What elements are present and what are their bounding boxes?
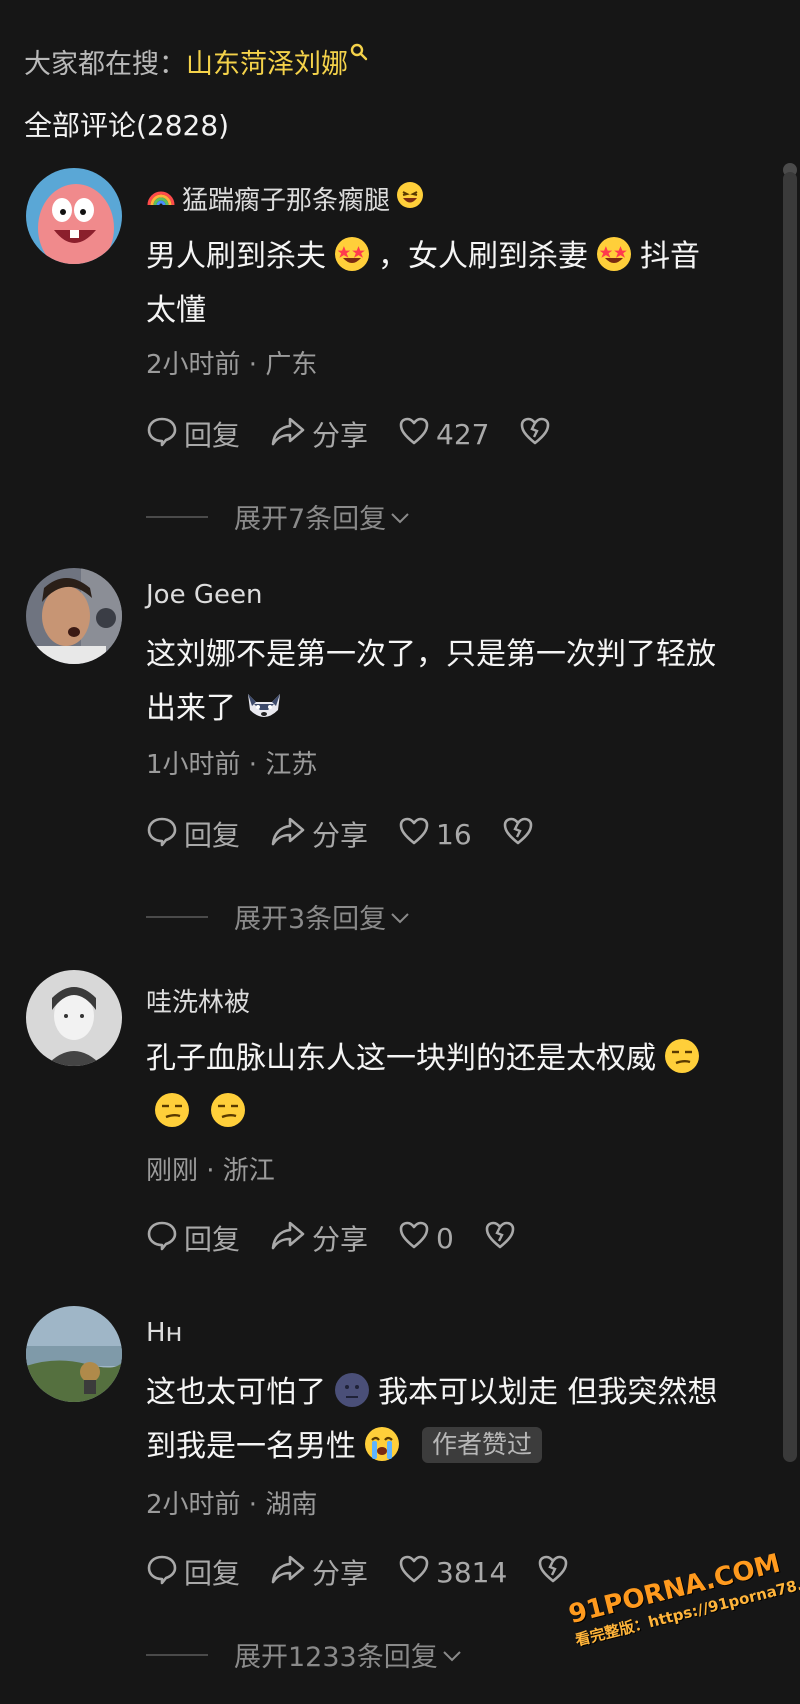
- dog-emoji-icon: [244, 688, 280, 724]
- comment-text: 孔子血脉山东人这一块判的还是太权威: [146, 1032, 756, 1140]
- heart-icon: [398, 816, 430, 853]
- like-count: 16: [436, 817, 472, 851]
- divider: [146, 915, 208, 918]
- share-button[interactable]: 分享: [270, 814, 368, 854]
- comment-text: 这刘娜不是第一次了，只是第一次判了轻放 出来了: [146, 637, 716, 726]
- star-struck-emoji-icon: [596, 236, 632, 272]
- divider: [146, 515, 208, 518]
- like-button[interactable]: 3814: [398, 1554, 507, 1591]
- expand-replies-button[interactable]: 展开1233条回复: [146, 1635, 462, 1674]
- chevron-down-icon: [390, 501, 410, 532]
- expand-replies-button[interactable]: 展开3条回复: [146, 897, 410, 936]
- comment-meta: 2小时前 · 湖南: [146, 1490, 318, 1520]
- like-button[interactable]: 16: [398, 816, 472, 853]
- scrollbar[interactable]: [783, 172, 797, 1462]
- broken-heart-icon: [484, 1220, 516, 1257]
- star-struck-emoji-icon: [334, 236, 370, 272]
- reply-button[interactable]: 回复: [146, 814, 240, 854]
- comments-count-title: 全部评论(2828): [24, 109, 230, 142]
- avatar[interactable]: [26, 970, 122, 1066]
- reply-button[interactable]: 回复: [146, 1552, 240, 1592]
- hot-search-term[interactable]: 山东菏泽刘娜: [186, 42, 348, 81]
- share-button[interactable]: 分享: [270, 1218, 368, 1258]
- reply-button[interactable]: 回复: [146, 1218, 240, 1258]
- like-count: 3814: [436, 1555, 508, 1589]
- broken-heart-icon: [519, 416, 551, 453]
- comment-bubble-icon: [146, 815, 178, 854]
- comment-meta: 刚刚 · 浙江: [146, 1156, 275, 1186]
- comment-bubble-icon: [146, 1553, 178, 1592]
- smirk-emoji-icon: [664, 1038, 700, 1074]
- broken-heart-icon: [502, 816, 534, 853]
- share-arrow-icon: [270, 1553, 306, 1592]
- dislike-button[interactable]: [484, 1220, 516, 1257]
- avatar[interactable]: [26, 568, 122, 664]
- crying-emoji-icon: [364, 1426, 400, 1462]
- expand-replies-button[interactable]: 展开7条回复: [146, 497, 410, 536]
- chevron-down-icon: [442, 1639, 462, 1670]
- comment-username[interactable]: Joe Geen: [146, 580, 262, 610]
- avatar[interactable]: [26, 1306, 122, 1402]
- like-count: 0: [436, 1221, 454, 1255]
- comment-actions: 回复 分享 16: [146, 814, 564, 854]
- share-arrow-icon: [270, 415, 306, 454]
- smirk-emoji-icon: [154, 1092, 190, 1128]
- like-button[interactable]: 0: [398, 1220, 454, 1257]
- hot-search-prefix: 大家都在搜：: [24, 49, 186, 80]
- heart-icon: [398, 1220, 430, 1257]
- chevron-down-icon: [390, 901, 410, 932]
- comment-meta: 1小时前 · 江苏: [146, 750, 318, 780]
- comment-username[interactable]: 哇洗林被: [146, 982, 250, 1019]
- comment-text: 男人刷到杀夫 ，女人刷到杀妻 抖音 太懂: [146, 230, 756, 338]
- comment-text: 这也太可怕了 我本可以划走 但我突然想 到我是一名男性 作者赞过: [146, 1366, 756, 1474]
- dark-face-emoji-icon: [334, 1372, 370, 1408]
- comment-meta: 2小时前 · 广东: [146, 350, 318, 380]
- like-button[interactable]: 427: [398, 416, 489, 453]
- reply-button[interactable]: 回复: [146, 414, 240, 454]
- comment-username[interactable]: 猛踹瘸子那条瘸腿: [146, 180, 424, 217]
- comment-bubble-icon: [146, 1219, 178, 1258]
- divider: [146, 1653, 208, 1656]
- rainbow-icon: [146, 184, 176, 214]
- watermark: 91PORNA.COM 看完整版：https://91porna78.com: [566, 1549, 800, 1698]
- author-liked-badge: 作者赞过: [422, 1427, 543, 1463]
- share-button[interactable]: 分享: [270, 414, 368, 454]
- heart-icon: [398, 416, 430, 453]
- share-arrow-icon: [270, 1219, 306, 1258]
- comment-bubble-icon: [146, 415, 178, 454]
- laughing-emoji-icon: [396, 181, 424, 216]
- dislike-button[interactable]: [502, 816, 534, 853]
- comment-username[interactable]: Hн: [146, 1318, 183, 1348]
- heart-icon: [398, 1554, 430, 1591]
- search-icon[interactable]: [350, 37, 368, 68]
- share-button[interactable]: 分享: [270, 1552, 368, 1592]
- comment-actions: 回复 分享 427: [146, 414, 581, 454]
- dislike-button[interactable]: [519, 416, 551, 453]
- comment-actions: 回复 分享 0: [146, 1218, 546, 1258]
- dislike-button[interactable]: [537, 1554, 569, 1591]
- share-arrow-icon: [270, 815, 306, 854]
- comment-actions: 回复 分享 3814: [146, 1552, 599, 1592]
- broken-heart-icon: [537, 1554, 569, 1591]
- hot-search-bar[interactable]: 大家都在搜： 山东菏泽刘娜: [24, 42, 368, 81]
- like-count: 427: [436, 417, 490, 451]
- smirk-emoji-icon: [210, 1092, 246, 1128]
- avatar[interactable]: [26, 168, 122, 264]
